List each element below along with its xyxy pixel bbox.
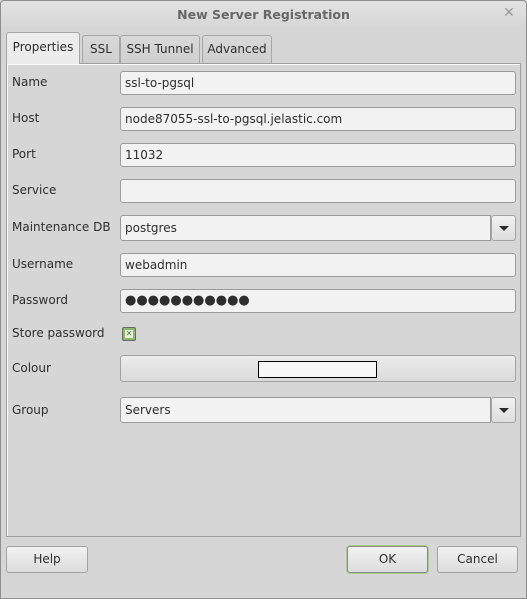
ok-button[interactable]: OK xyxy=(347,546,428,573)
checkmark-icon: ✕ xyxy=(125,329,133,338)
maintenance-db-dropdown-button[interactable] xyxy=(491,215,516,241)
password-input[interactable]: ●●●●●●●●●●● xyxy=(120,289,516,313)
tab-ssl[interactable]: SSL xyxy=(82,35,120,63)
service-label: Service xyxy=(12,183,57,197)
tab-advanced[interactable]: Advanced xyxy=(202,35,272,63)
close-icon[interactable]: ✕ xyxy=(502,6,516,20)
cancel-button[interactable]: Cancel xyxy=(437,546,518,573)
password-label: Password xyxy=(12,293,69,307)
chevron-down-icon xyxy=(499,408,509,413)
port-label: Port xyxy=(12,147,36,161)
service-input[interactable] xyxy=(120,179,516,203)
tab-properties[interactable]: Properties xyxy=(6,32,80,64)
dialog-title: New Server Registration xyxy=(177,7,350,22)
colour-picker-button[interactable] xyxy=(120,355,516,382)
maintenance-db-label: Maintenance DB xyxy=(12,220,111,234)
server-registration-dialog: New Server Registration ✕ Properties SSL… xyxy=(0,0,527,599)
group-dropdown-button[interactable] xyxy=(491,397,516,423)
port-input[interactable]: 11032 xyxy=(120,143,516,167)
colour-swatch xyxy=(258,361,377,378)
host-label: Host xyxy=(12,111,40,125)
title-bar[interactable]: New Server Registration ✕ xyxy=(1,1,526,29)
chevron-down-icon xyxy=(499,226,509,231)
username-label: Username xyxy=(12,257,74,271)
help-button[interactable]: Help xyxy=(6,546,88,573)
tab-ssh-tunnel[interactable]: SSH Tunnel xyxy=(120,35,200,63)
colour-label: Colour xyxy=(12,361,51,375)
name-input[interactable]: ssl-to-pgsql xyxy=(120,71,516,95)
host-input[interactable]: node87055-ssl-to-pgsql.jelastic.com xyxy=(120,107,516,131)
store-password-label: Store password xyxy=(12,326,105,340)
username-input[interactable]: webadmin xyxy=(120,253,516,277)
store-password-checkbox[interactable]: ✕ xyxy=(122,327,136,341)
group-label: Group xyxy=(12,403,49,417)
maintenance-db-combo[interactable]: postgres xyxy=(120,215,491,241)
group-combo[interactable]: Servers xyxy=(120,397,491,423)
name-label: Name xyxy=(12,75,48,89)
